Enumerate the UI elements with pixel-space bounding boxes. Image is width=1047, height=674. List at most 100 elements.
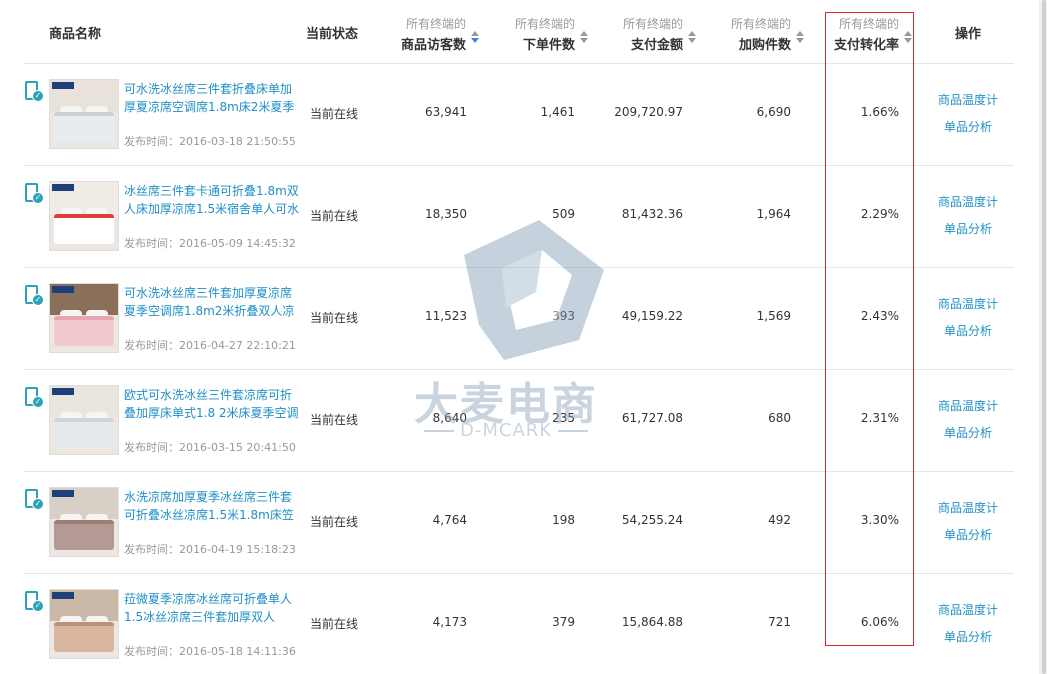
- conversion-cell: 6.06%: [860, 615, 899, 629]
- col-orders-label: 下单件数: [522, 38, 575, 53]
- brand-logo-icon: [52, 286, 74, 293]
- product-thermometer-link[interactable]: 商品温度计: [928, 295, 1008, 312]
- table-header: 商品名称 当前状态 所有终端的 商品访客数 所有终端的 下单件数 所有终端的 支…: [24, 0, 1014, 64]
- brand-logo-icon: [52, 82, 74, 89]
- publish-time: 发布时间：2016-03-18 21:50:55: [124, 135, 296, 148]
- col-cart-sub: 所有终端的: [730, 17, 791, 31]
- single-product-analysis-link[interactable]: 单品分析: [928, 220, 1008, 237]
- col-visitors[interactable]: 所有终端的 商品访客数: [380, 0, 480, 64]
- product-name-link[interactable]: 可水洗冰丝席三件套折叠床单加厚夏凉席空调席1.8m床2米夏季凉: [124, 80, 302, 116]
- orders-cell: 235: [552, 411, 575, 425]
- single-product-analysis-link[interactable]: 单品分析: [928, 118, 1008, 135]
- scrollbar[interactable]: [1039, 0, 1047, 674]
- status-cell: 当前在线: [310, 107, 359, 121]
- cart-cell: 1,964: [756, 207, 791, 221]
- product-name-link[interactable]: 菈微夏季凉席冰丝席可折叠单人1.5冰丝凉席三件套加厚双人1.8m: [124, 590, 302, 626]
- product-data-table: 商品名称 当前状态 所有终端的 商品访客数 所有终端的 下单件数 所有终端的 支…: [24, 0, 1014, 674]
- visitors-cell: 8,640: [432, 411, 467, 425]
- product-thermometer-link[interactable]: 商品温度计: [928, 91, 1008, 108]
- col-status-label: 当前状态: [305, 27, 358, 42]
- col-orders[interactable]: 所有终端的 下单件数: [489, 0, 589, 64]
- sort-icon[interactable]: [796, 31, 805, 45]
- col-payment-label: 支付金额: [630, 38, 683, 53]
- product-thermometer-link[interactable]: 商品温度计: [928, 193, 1008, 210]
- status-cell: 当前在线: [310, 209, 359, 223]
- brand-logo-icon: [52, 388, 74, 395]
- orders-cell: 379: [552, 615, 575, 629]
- col-payment-sub: 所有终端的: [622, 17, 683, 31]
- product-thumbnail[interactable]: [49, 487, 119, 557]
- sort-icon[interactable]: [904, 31, 913, 45]
- orders-cell: 509: [552, 207, 575, 221]
- product-thumbnail[interactable]: [49, 283, 119, 353]
- table-row: ✓ 可水洗冰丝席三件套加厚夏凉席夏季空调席1.8m2米折叠双人凉席 发布时间：2…: [24, 268, 1014, 370]
- mobile-online-icon: ✓: [24, 591, 44, 613]
- cart-cell: 6,690: [756, 105, 791, 119]
- conversion-cell: 2.31%: [860, 411, 899, 425]
- payment-cell: 81,432.36: [621, 207, 683, 221]
- single-product-analysis-link[interactable]: 单品分析: [928, 322, 1008, 339]
- col-cart[interactable]: 所有终端的 加购件数: [705, 0, 805, 64]
- status-cell: 当前在线: [310, 515, 359, 529]
- conversion-cell: 2.29%: [860, 207, 899, 221]
- product-thermometer-link[interactable]: 商品温度计: [928, 601, 1008, 618]
- payment-cell: 15,864.88: [621, 615, 683, 629]
- col-conversion-sub: 所有终端的: [838, 17, 899, 31]
- table-row: ✓ 菈微夏季凉席冰丝席可折叠单人1.5冰丝凉席三件套加厚双人1.8m 发布时间：…: [24, 574, 1014, 674]
- publish-time: 发布时间：2016-04-19 15:18:23: [124, 543, 296, 556]
- product-thumbnail[interactable]: [49, 385, 119, 455]
- mobile-online-icon: ✓: [24, 489, 44, 511]
- conversion-cell: 2.43%: [860, 309, 899, 323]
- publish-time: 发布时间：2016-04-27 22:10:21: [124, 339, 296, 352]
- cart-cell: 492: [768, 513, 791, 527]
- product-thumbnail[interactable]: [49, 79, 119, 149]
- publish-time: 发布时间：2016-05-18 14:11:36: [124, 645, 296, 658]
- cart-cell: 1,569: [756, 309, 791, 323]
- col-product-name: 商品名称: [49, 0, 129, 64]
- product-name-link[interactable]: 冰丝席三件套卡通可折叠1.8m双人床加厚凉席1.5米宿舍单人可水: [124, 182, 302, 218]
- col-action: 操作: [928, 0, 1008, 64]
- product-thermometer-link[interactable]: 商品温度计: [928, 397, 1008, 414]
- col-action-label: 操作: [954, 27, 981, 42]
- single-product-analysis-link[interactable]: 单品分析: [928, 628, 1008, 645]
- col-cart-label: 加购件数: [738, 38, 791, 53]
- product-thermometer-link[interactable]: 商品温度计: [928, 499, 1008, 516]
- single-product-analysis-link[interactable]: 单品分析: [928, 424, 1008, 441]
- publish-time: 发布时间：2016-03-15 20:41:50: [124, 441, 296, 454]
- payment-cell: 61,727.08: [621, 411, 683, 425]
- table-row: ✓ 水洗凉席加厚夏季冰丝席三件套可折叠冰丝凉席1.5米1.8m床笠床 发布时间：…: [24, 472, 1014, 574]
- payment-cell: 49,159.22: [621, 309, 683, 323]
- payment-cell: 209,720.97: [614, 105, 683, 119]
- col-product-name-label: 商品名称: [49, 27, 102, 42]
- single-product-analysis-link[interactable]: 单品分析: [928, 526, 1008, 543]
- orders-cell: 393: [552, 309, 575, 323]
- visitors-cell: 11,523: [425, 309, 467, 323]
- sort-icon[interactable]: [580, 31, 589, 45]
- orders-cell: 198: [552, 513, 575, 527]
- col-payment[interactable]: 所有终端的 支付金额: [597, 0, 697, 64]
- col-conversion-label: 支付转化率: [833, 38, 899, 53]
- product-name-link[interactable]: 欧式可水洗冰丝三件套凉席可折叠加厚床单式1.8 2米床夏季空调: [124, 386, 302, 422]
- col-conversion[interactable]: 所有终端的 支付转化率: [813, 0, 913, 64]
- sort-icon[interactable]: [688, 31, 697, 45]
- table-body: ✓ 可水洗冰丝席三件套折叠床单加厚夏凉席空调席1.8m床2米夏季凉 发布时间：2…: [24, 64, 1014, 674]
- col-visitors-sub: 所有终端的: [405, 17, 466, 31]
- product-thumbnail[interactable]: [49, 589, 119, 659]
- status-cell: 当前在线: [310, 413, 359, 427]
- cart-cell: 680: [768, 411, 791, 425]
- product-name-link[interactable]: 水洗凉席加厚夏季冰丝席三件套可折叠冰丝凉席1.5米1.8m床笠床: [124, 488, 302, 524]
- visitors-cell: 63,941: [425, 105, 467, 119]
- scrollbar-thumb[interactable]: [1042, 0, 1046, 674]
- visitors-cell: 4,173: [432, 615, 467, 629]
- product-name-link[interactable]: 可水洗冰丝席三件套加厚夏凉席夏季空调席1.8m2米折叠双人凉席: [124, 284, 302, 320]
- mobile-online-icon: ✓: [24, 183, 44, 205]
- status-cell: 当前在线: [310, 617, 359, 631]
- col-visitors-label: 商品访客数: [400, 38, 466, 53]
- orders-cell: 1,461: [540, 105, 575, 119]
- brand-logo-icon: [52, 592, 74, 599]
- mobile-online-icon: ✓: [24, 81, 44, 103]
- product-thumbnail[interactable]: [49, 181, 119, 251]
- table-row: ✓ 可水洗冰丝席三件套折叠床单加厚夏凉席空调席1.8m床2米夏季凉 发布时间：2…: [24, 64, 1014, 166]
- conversion-cell: 3.30%: [860, 513, 899, 527]
- sort-icon[interactable]: [471, 31, 480, 45]
